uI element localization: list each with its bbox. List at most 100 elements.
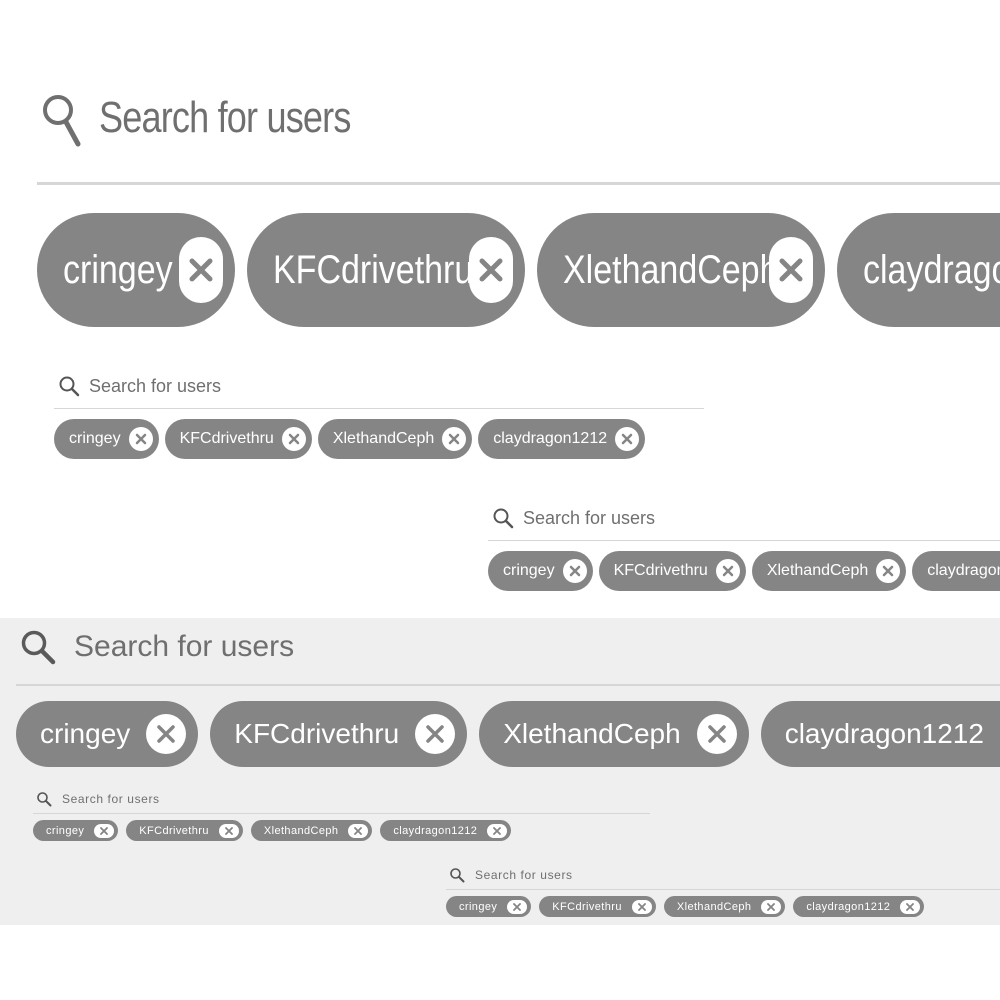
selected-users-list: cringey KFCdrivethru XlethandCeph claydr… <box>33 820 650 841</box>
remove-chip-button[interactable] <box>876 559 901 583</box>
chip-label: cringey <box>503 562 555 579</box>
search-placeholder[interactable]: Search for users <box>475 868 573 882</box>
user-search-widget-small-right: Search for users cringey KFCdrivethru Xl… <box>488 502 1000 594</box>
user-chip: cringey <box>33 820 119 841</box>
chip-label: KFCdrivethru <box>613 562 708 579</box>
search-divider <box>33 813 650 814</box>
user-search-widget-small: Search for users cringey KFCdrivethru Xl… <box>54 370 704 462</box>
chip-label: XlethandCeph <box>263 824 339 837</box>
remove-chip-button[interactable] <box>218 823 239 838</box>
close-icon <box>157 725 176 743</box>
chip-label: XlethandCeph <box>676 900 752 913</box>
chip-label: cringey <box>40 718 131 749</box>
remove-chip-button[interactable] <box>281 427 306 451</box>
chip-label: cringey <box>69 430 121 447</box>
chip-label: claydragon1212 <box>927 562 1000 579</box>
close-icon <box>722 565 734 577</box>
close-icon <box>767 902 776 911</box>
chip-label: claydragon1212 <box>493 430 608 447</box>
search-divider <box>16 684 1000 686</box>
remove-chip-button[interactable] <box>487 823 508 838</box>
chip-label: KFCdrivethru <box>179 430 274 447</box>
search-placeholder[interactable]: Search for users <box>89 376 221 397</box>
user-chip: KFCdrivethru <box>598 551 746 591</box>
search-bar[interactable]: Search for users <box>37 78 1000 158</box>
remove-chip-button[interactable] <box>761 899 782 914</box>
search-icon <box>59 376 80 397</box>
selected-users-list: cringey KFCdrivethru XlethandCeph claydr… <box>54 419 704 459</box>
search-bar[interactable]: Search for users <box>488 502 1000 534</box>
close-icon <box>621 433 633 445</box>
user-chip: XlethandCeph <box>663 896 786 917</box>
search-placeholder[interactable]: Search for users <box>74 630 294 664</box>
remove-chip-button[interactable] <box>507 899 528 914</box>
search-bar[interactable]: Search for users <box>16 622 1000 672</box>
chip-label: claydragon1212 <box>806 900 891 913</box>
remove-chip-button[interactable] <box>469 237 513 303</box>
search-icon <box>37 792 52 807</box>
close-icon <box>224 826 233 835</box>
remove-chip-button[interactable] <box>128 427 153 451</box>
chip-label: XlethandCeph <box>503 718 681 749</box>
user-chip: claydragon1212 <box>837 213 1000 327</box>
remove-chip-button[interactable] <box>94 823 115 838</box>
close-icon <box>513 902 522 911</box>
close-icon <box>637 902 646 911</box>
chip-label: claydragon1212 <box>863 247 1000 292</box>
close-icon <box>135 433 146 445</box>
search-icon <box>493 508 514 529</box>
selected-users-list: cringey KFCdrivethru XlethandCeph claydr… <box>446 896 1000 917</box>
chip-label: cringey <box>46 824 85 837</box>
close-icon <box>906 902 915 911</box>
remove-chip-button[interactable] <box>562 559 587 583</box>
chip-label: claydragon1212 <box>393 824 478 837</box>
remove-chip-button[interactable] <box>348 823 369 838</box>
chip-label: XlethandCeph <box>563 247 779 292</box>
search-divider <box>54 408 704 409</box>
user-chip: claydragon1212 <box>793 896 925 917</box>
close-icon <box>288 433 300 445</box>
close-icon <box>479 258 503 282</box>
chip-label: KFCdrivethru <box>139 824 209 837</box>
search-icon <box>43 95 81 147</box>
chip-label: KFCdrivethru <box>234 718 400 749</box>
remove-chip-button[interactable] <box>415 714 456 754</box>
remove-chip-button[interactable] <box>900 899 921 914</box>
search-placeholder[interactable]: Search for users <box>62 792 160 806</box>
user-chip: XlethandCeph <box>751 551 907 591</box>
remove-chip-button[interactable] <box>615 427 640 451</box>
close-icon <box>883 565 894 577</box>
search-bar[interactable]: Search for users <box>446 864 1000 886</box>
search-placeholder[interactable]: Search for users <box>523 508 655 529</box>
user-chip: KFCdrivethru <box>247 213 525 327</box>
search-bar[interactable]: Search for users <box>54 370 704 402</box>
user-chip: claydragon1212 <box>478 419 646 459</box>
user-chip: XlethandCeph <box>250 820 373 841</box>
user-chip: XlethandCeph <box>317 419 473 459</box>
chip-label: XlethandCeph <box>332 430 435 447</box>
user-chip: claydragon1212 <box>380 820 512 841</box>
selected-users-list: cringey KFCdrivethru XlethandCeph claydr… <box>37 213 1000 327</box>
close-icon <box>569 565 580 577</box>
remove-chip-button[interactable] <box>179 237 223 303</box>
user-chip: KFCdrivethru <box>126 820 243 841</box>
remove-chip-button[interactable] <box>442 427 467 451</box>
search-divider <box>488 540 1000 541</box>
user-chip: XlethandCeph <box>537 213 825 327</box>
remove-chip-button[interactable] <box>146 714 187 754</box>
close-icon <box>426 725 444 743</box>
user-search-widget-medium: Search for users cringey KFCdrivethru Xl… <box>16 622 1000 772</box>
user-search-widget-large: Search for users cringey KFCdrivethru Xl… <box>37 78 1000 333</box>
chip-label: cringey <box>63 247 173 292</box>
close-icon <box>779 258 803 282</box>
remove-chip-button[interactable] <box>631 899 652 914</box>
remove-chip-button[interactable] <box>715 559 740 583</box>
search-bar[interactable]: Search for users <box>33 788 650 810</box>
selected-users-list: cringey KFCdrivethru XlethandCeph claydr… <box>16 701 1000 767</box>
selected-users-list: cringey KFCdrivethru XlethandCeph claydr… <box>488 551 1000 591</box>
user-chip: KFCdrivethru <box>210 701 468 767</box>
user-chip: claydragon1212 <box>760 701 1000 767</box>
user-chip: cringey <box>446 896 532 917</box>
search-placeholder[interactable]: Search for users <box>99 93 351 143</box>
remove-chip-button[interactable] <box>696 714 737 754</box>
